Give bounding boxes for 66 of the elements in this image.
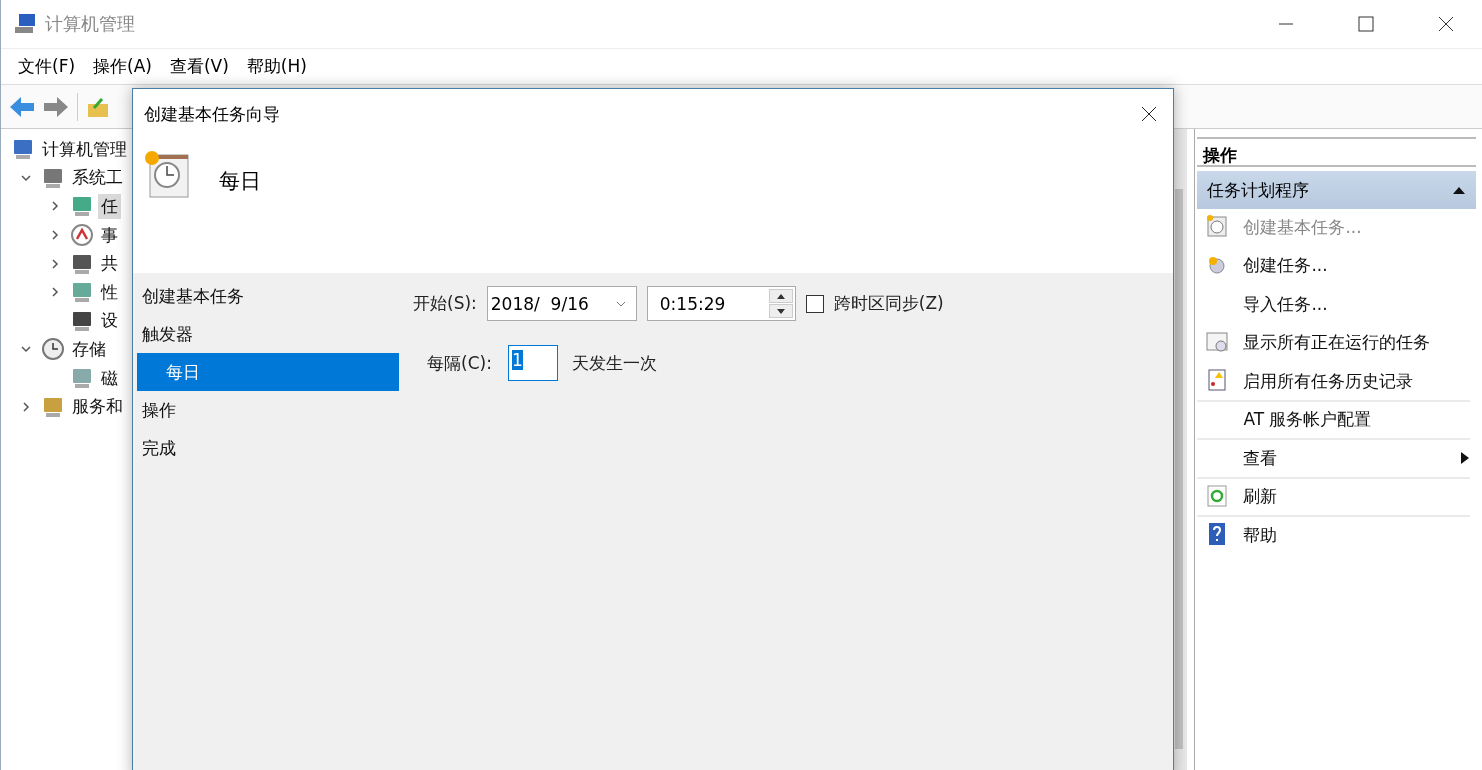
spin-down-button[interactable] (768, 304, 793, 318)
chevron-icon[interactable] (20, 400, 32, 413)
up-arrow-icon (776, 293, 785, 299)
action-item[interactable]: 查看 (1197, 440, 1470, 479)
calendar-clock-icon (1205, 214, 1230, 239)
action-item[interactable]: 创建任务... (1197, 247, 1470, 286)
calendar-clock-icon (143, 149, 191, 199)
tree-item[interactable]: 系统工 (69, 165, 126, 191)
maximize-icon (1358, 16, 1374, 32)
down-arrow-icon (776, 308, 785, 314)
tree-item[interactable]: 事 (98, 222, 121, 248)
chevron-icon[interactable] (49, 286, 61, 299)
field-label: 每隔(C): (427, 351, 492, 375)
up-folder-button[interactable] (86, 95, 110, 118)
tree-item[interactable]: 存储 (69, 336, 109, 362)
tree-item[interactable]: 设 (98, 308, 121, 334)
action-item[interactable]: 刷新 (1197, 478, 1470, 517)
action-item[interactable]: 显示所有正在运行的任务 (1197, 324, 1470, 363)
tree-item[interactable]: 计算机管理 (39, 136, 130, 162)
wizard-heading: 每日 (219, 168, 261, 195)
wizard-step[interactable]: 操作 (137, 391, 399, 429)
menu-item[interactable]: 操作(A) (84, 55, 161, 78)
back-button[interactable] (9, 95, 35, 118)
submenu-arrow-icon (1460, 451, 1470, 466)
wizard-step[interactable]: 完成 (137, 429, 399, 467)
list-clock-icon (1205, 329, 1230, 354)
tree-item[interactable]: 服务和 (69, 394, 126, 420)
clock-icon (41, 337, 65, 362)
action-item[interactable]: 帮助 (1197, 517, 1470, 556)
refresh-icon (1205, 483, 1230, 508)
tree-item[interactable]: 任 (98, 194, 121, 219)
action-item[interactable]: AT 服务帐户配置 (1197, 401, 1470, 440)
tree-item[interactable]: 性 (98, 279, 121, 305)
menu-item[interactable]: 文件(F) (9, 55, 85, 78)
action-item[interactable]: 导入任务... (1197, 286, 1470, 325)
chevron-icon[interactable] (49, 257, 61, 270)
computer-icon (11, 137, 35, 162)
checkbox-label: 跨时区同步(Z) (833, 292, 944, 315)
menu-item[interactable]: 查看(V) (160, 55, 238, 78)
caret-icon (615, 300, 626, 307)
close-icon (1141, 106, 1157, 122)
field-suffix: 天发生一次 (571, 351, 657, 375)
computer-icon (13, 12, 37, 36)
action-item[interactable]: 启用所有任务历史记录 (1197, 363, 1470, 402)
field-label: 开始(S): (413, 292, 477, 315)
date-picker[interactable]: 2018/ 9/16 (486, 286, 637, 321)
checkbox[interactable] (805, 294, 824, 313)
gauge-icon (70, 223, 94, 248)
tree-item[interactable]: 共 (98, 251, 121, 277)
minimize-icon (1279, 23, 1293, 25)
tree-item[interactable]: 磁 (98, 365, 121, 391)
wizard-step[interactable]: 触发器 (137, 315, 399, 353)
close-icon (1438, 16, 1454, 32)
wizard-step[interactable]: 创建基本任务 (137, 277, 399, 315)
chevron-icon[interactable] (49, 200, 61, 213)
spin-up-button[interactable] (768, 289, 793, 303)
window-title: 计算机管理 (45, 12, 136, 36)
menu-item[interactable]: 帮助(H) (237, 55, 316, 78)
chevron-icon[interactable] (49, 229, 61, 242)
dialog-title: 创建基本任务向导 (144, 102, 281, 126)
pane-title: 操作 (1197, 137, 1476, 167)
time-field[interactable]: 0:15:29 (646, 286, 796, 321)
forward-button[interactable] (43, 95, 69, 118)
wizard-step[interactable]: 每日 (137, 353, 399, 391)
section-header[interactable]: 任务计划程序 (1197, 171, 1476, 209)
number-field[interactable]: 1 (507, 345, 558, 381)
